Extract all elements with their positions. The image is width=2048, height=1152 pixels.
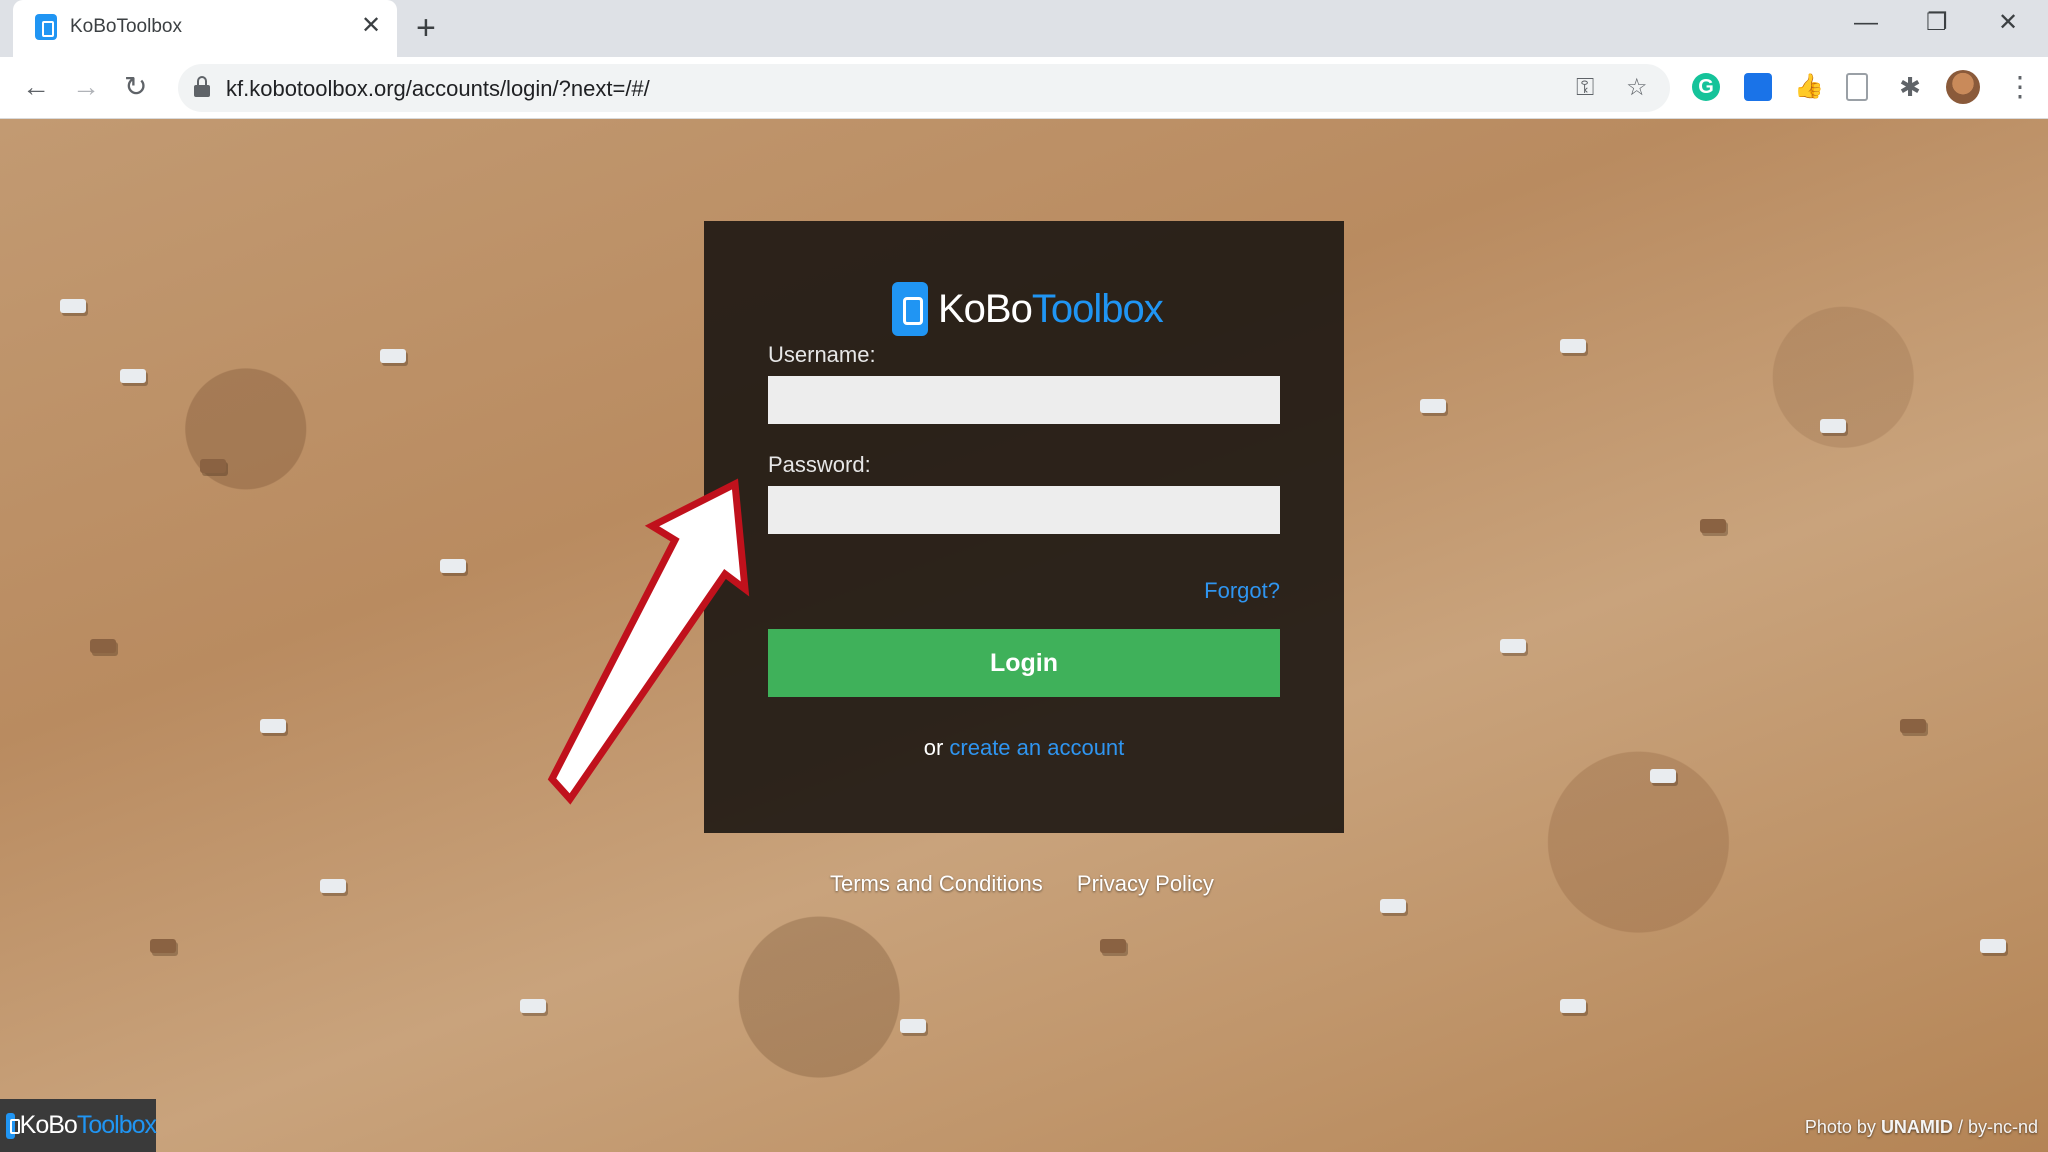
logo-text-kobo: KoBo — [938, 286, 1033, 331]
resize-extension-icon[interactable] — [1744, 73, 1772, 101]
corner-logo[interactable]: KoBoToolbox — [0, 1099, 157, 1152]
background-hut — [200, 459, 226, 473]
browser-toolbar: ← → ↻ kf.kobotoolbox.org/accounts/login/… — [0, 57, 2048, 119]
grammarly-extension-icon[interactable]: G — [1692, 73, 1720, 101]
bookmark-star-icon[interactable]: ☆ — [1626, 73, 1648, 103]
annotation-arrow-icon — [547, 478, 750, 805]
url-text[interactable]: kf.kobotoolbox.org/accounts/login/?next=… — [226, 76, 650, 102]
kobotoolbox-logo: KoBoToolbox — [892, 281, 1164, 337]
password-input[interactable] — [768, 486, 1280, 534]
thumbs-up-extension-icon[interactable]: 👍 — [1794, 73, 1824, 101]
background-hut — [260, 719, 286, 733]
address-bar[interactable]: kf.kobotoolbox.org/accounts/login/?next=… — [178, 64, 1670, 112]
corner-logo-toolbox: Toolbox — [76, 1111, 157, 1139]
forward-button[interactable]: → — [72, 71, 100, 103]
kobotoolbox-logo-icon — [892, 282, 928, 336]
reload-button[interactable]: ↻ — [124, 71, 147, 103]
background-hut — [900, 1019, 926, 1033]
privacy-link[interactable]: Privacy Policy — [1077, 871, 1214, 896]
extensions-puzzle-icon[interactable]: ✱ — [1896, 73, 1924, 101]
window-close-button[interactable]: ✕ — [1998, 8, 2018, 38]
new-tab-button[interactable]: + — [416, 10, 436, 46]
photo-credit-author[interactable]: UNAMID — [1881, 1117, 1953, 1137]
background-hut — [1420, 399, 1446, 413]
key-icon[interactable]: ⚿ — [1576, 73, 1594, 103]
background-hut — [1820, 419, 1846, 433]
browser-menu-icon[interactable]: ⋮ — [2006, 73, 2034, 101]
signup-line: or create an account — [704, 735, 1344, 761]
footer-links: Terms and Conditions Privacy Policy — [830, 871, 1242, 897]
background-hut — [1650, 769, 1676, 783]
tab-title: KoBoToolbox — [70, 16, 182, 37]
background-hut — [1500, 639, 1526, 653]
page-background: KoBoToolbox Username: Password: Forgot? … — [0, 119, 2048, 1152]
background-hut — [90, 639, 116, 653]
photo-credit-license[interactable]: / by-nc-nd — [1958, 1117, 2038, 1137]
kobotoolbox-favicon-icon — [35, 14, 57, 40]
login-panel: KoBoToolbox Username: Password: Forgot? … — [704, 221, 1344, 833]
background-hut — [120, 369, 146, 383]
username-input[interactable] — [768, 376, 1280, 424]
background-hut — [1560, 999, 1586, 1013]
tab-strip: KoBoToolbox ✕ + — ❐ ✕ — [0, 0, 2048, 57]
photo-credit-prefix: Photo by — [1804, 1117, 1876, 1137]
back-button[interactable]: ← — [22, 71, 50, 103]
background-hut — [60, 299, 86, 313]
background-hut — [1560, 339, 1586, 353]
background-hut — [320, 879, 346, 893]
background-hut — [1900, 719, 1926, 733]
window-minimize-button[interactable]: — — [1854, 8, 1878, 38]
logo-text-toolbox: Toolbox — [1031, 286, 1164, 331]
photo-credit: Photo by UNAMID / by-nc-nd — [1805, 1117, 2038, 1138]
background-hut — [520, 999, 546, 1013]
username-label: Username: — [768, 342, 876, 367]
lock-icon[interactable] — [194, 76, 210, 98]
forgot-password-link[interactable]: Forgot? — [1204, 578, 1280, 604]
terms-link[interactable]: Terms and Conditions — [830, 871, 1043, 896]
background-hut — [1100, 939, 1126, 953]
background-hut — [1980, 939, 2006, 953]
create-account-link[interactable]: create an account — [949, 735, 1124, 760]
profile-avatar[interactable] — [1946, 70, 1980, 104]
window-restore-button[interactable]: ❐ — [1926, 8, 1948, 38]
background-hut — [380, 349, 406, 363]
corner-logo-kobo: KoBo — [19, 1111, 78, 1139]
password-label: Password: — [768, 452, 871, 477]
browser-tab[interactable]: KoBoToolbox ✕ — [13, 0, 397, 57]
background-hut — [1700, 519, 1726, 533]
document-extension-icon[interactable] — [1846, 73, 1868, 101]
corner-logo-icon — [6, 1112, 20, 1139]
background-hut — [1380, 899, 1406, 913]
background-hut — [440, 559, 466, 573]
tab-close-icon[interactable]: ✕ — [361, 12, 381, 40]
background-hut — [150, 939, 176, 953]
signup-prefix: or — [923, 735, 944, 760]
login-button[interactable]: Login — [768, 629, 1280, 697]
